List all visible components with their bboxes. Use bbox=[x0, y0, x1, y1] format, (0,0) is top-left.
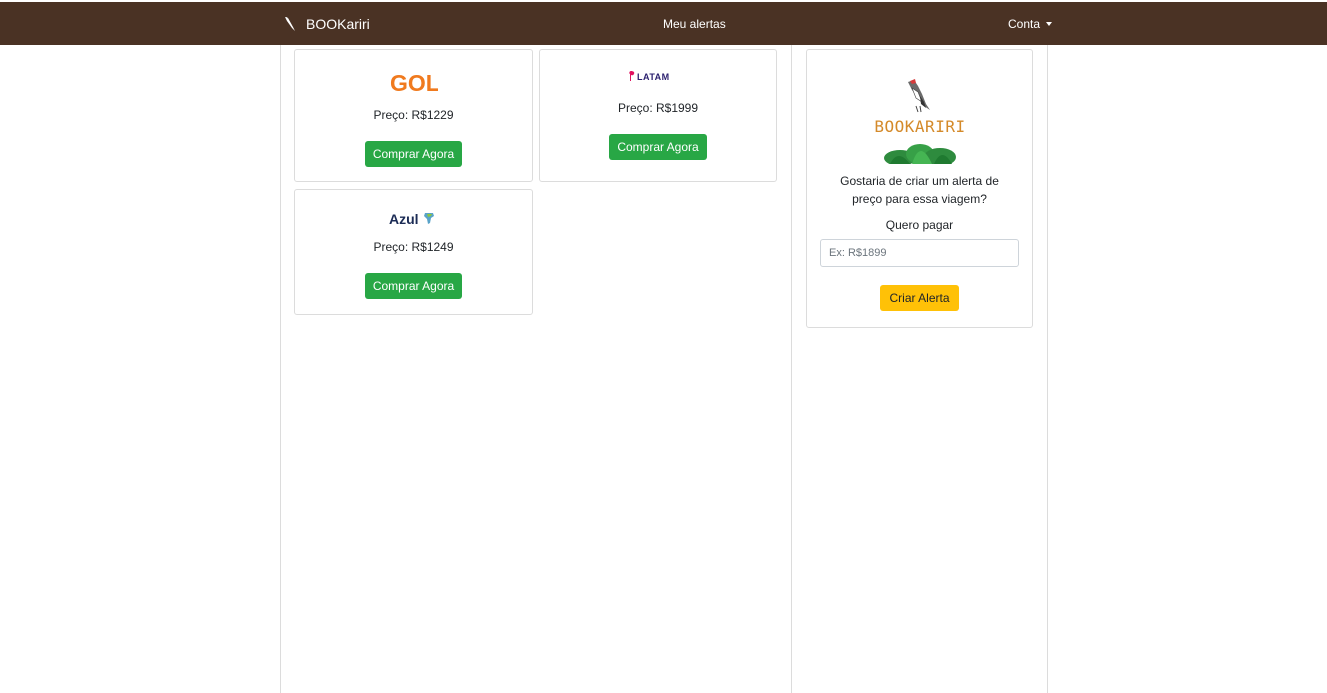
desired-price-label: Quero pagar bbox=[885, 218, 954, 232]
desired-price-input[interactable] bbox=[820, 239, 1019, 267]
top-navbar: BOOKariri Meu alertas Conta bbox=[0, 2, 1327, 45]
create-alert-button[interactable]: Criar Alerta bbox=[880, 285, 959, 311]
flight-price: Preço: R$1229 bbox=[373, 108, 454, 122]
buy-now-button[interactable]: Comprar Agora bbox=[364, 273, 463, 299]
flight-card-gol: GOL Preço: R$1229 Comprar Agora bbox=[294, 49, 533, 182]
svg-text:Azul: Azul bbox=[389, 211, 419, 227]
account-label: Conta bbox=[1008, 16, 1041, 31]
bird-feather-icon bbox=[284, 16, 296, 32]
account-dropdown[interactable]: Conta bbox=[1008, 2, 1053, 45]
latam-bird-icon bbox=[629, 71, 635, 81]
buy-now-button[interactable]: Comprar Agora bbox=[609, 134, 707, 160]
nav-link-my-alerts[interactable]: Meu alertas bbox=[663, 2, 726, 45]
caret-down-icon bbox=[1046, 21, 1053, 26]
azul-logo: Azul bbox=[389, 209, 439, 229]
flight-price: Preço: R$1249 bbox=[373, 240, 454, 254]
leaves-decoration bbox=[883, 144, 956, 166]
azul-map-icon bbox=[423, 213, 434, 224]
svg-text:LATAM: LATAM bbox=[637, 72, 670, 82]
flight-card-latam: LATAM Preço: R$1999 Comprar Agora bbox=[539, 49, 777, 182]
latam-logo: LATAM bbox=[628, 69, 688, 83]
svg-text:BOOKARIRI: BOOKARIRI bbox=[874, 117, 965, 136]
flight-card-azul: Azul Preço: R$1249 Comprar Agora bbox=[294, 189, 533, 315]
price-alert-card: BOOKARIRI Gostaria de criar um alerta de… bbox=[806, 49, 1033, 328]
alert-question-text: Gostaria de criar um alerta de preço par… bbox=[840, 174, 999, 206]
bookariri-logo: BOOKARIRI bbox=[860, 78, 980, 166]
gol-logo: GOL bbox=[390, 68, 438, 98]
flight-price: Preço: R$1999 bbox=[617, 101, 699, 115]
bird-icon bbox=[907, 79, 930, 113]
buy-now-button[interactable]: Comprar Agora bbox=[364, 141, 463, 167]
gol-logo-text: GOL bbox=[390, 70, 438, 96]
brand-name: BOOKariri bbox=[306, 15, 370, 32]
brand-link[interactable]: BOOKariri bbox=[284, 2, 370, 45]
